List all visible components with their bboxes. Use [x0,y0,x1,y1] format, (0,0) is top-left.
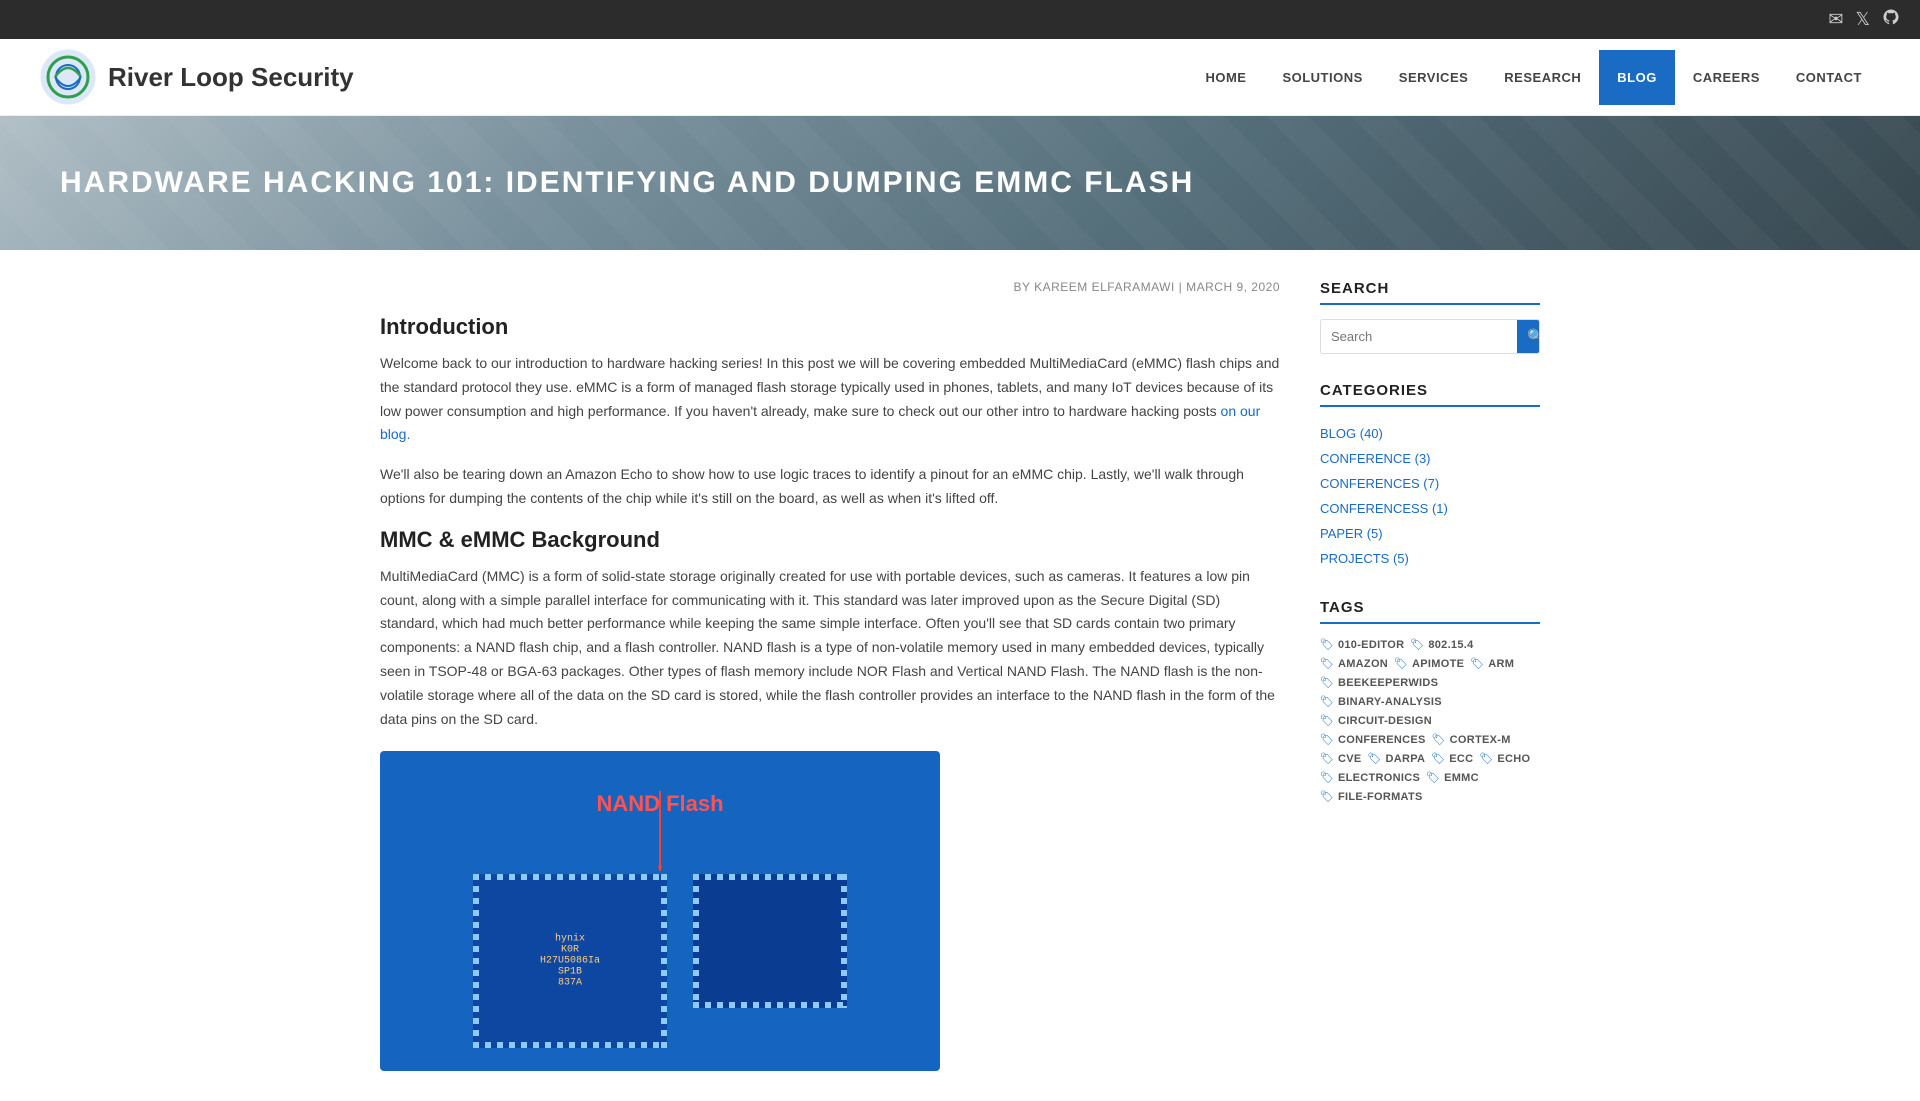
header: River Loop Security HOME SOLUTIONS SERVI… [0,39,1920,116]
search-section: SEARCH 🔍 [1320,280,1540,354]
tag-icon: 🏷 [1320,638,1334,651]
tag-emmc[interactable]: 🏷EMMC [1426,771,1479,784]
nav-research[interactable]: RESEARCH [1486,50,1599,105]
nav-careers[interactable]: CAREERS [1675,50,1778,105]
chip-label: hynixK0RH27U5086IaSP1B837A [540,934,600,989]
article-meta: BY KAREEM ELFARAMAWI | MARCH 9, 2020 [380,280,1280,294]
chip-image-left: hynixK0RH27U5086IaSP1B837A [470,871,670,1051]
nav-home[interactable]: HOME [1187,50,1264,105]
site-title: River Loop Security [108,62,354,93]
tag-arm[interactable]: 🏷ARM [1470,657,1514,670]
tag-ecc[interactable]: 🏷ECC [1431,752,1473,765]
categories-section: CATEGORIES BLOG (40) CONFERENCE (3) CONF… [1320,382,1540,571]
tag-icon: 🏷 [1320,733,1334,746]
email-icon[interactable]: ✉ [1828,9,1843,30]
nav-services[interactable]: SERVICES [1381,50,1487,105]
category-conferencess[interactable]: CONFERENCESS (1) [1320,496,1540,521]
tags-heading: TAGS [1320,599,1540,624]
tag-electronics[interactable]: 🏷ELECTRONICS [1320,771,1420,784]
main-content: BY KAREEM ELFARAMAWI | MARCH 9, 2020 Int… [360,250,1560,1101]
logo-area: River Loop Security [40,49,1187,105]
page-title: HARDWARE HACKING 101: IDENTIFYING AND DU… [60,166,1860,200]
tag-echo[interactable]: 🏷ECHO [1479,752,1530,765]
article-image: NAND Flash hynixK0RH27U5086IaSP1B837A [380,751,940,1071]
tag-icon: 🏷 [1320,676,1334,689]
tag-icon: 🏷 [1320,657,1334,670]
logo-icon [40,49,96,105]
article-area: BY KAREEM ELFARAMAWI | MARCH 9, 2020 Int… [380,280,1280,1071]
nav-blog[interactable]: BLOG [1599,50,1675,105]
search-box: 🔍 [1320,319,1540,354]
tag-icon: 🏷 [1431,752,1445,765]
intro-heading: Introduction [380,314,1280,340]
tag-icon: 🏷 [1410,638,1424,651]
chip-image-right [690,871,850,1011]
topbar: ✉ 𝕏 [0,0,1920,39]
tags-section: TAGS 🏷010-EDITOR 🏷802.15.4 🏷AMAZON 🏷APIM… [1320,599,1540,803]
tag-icon: 🏷 [1320,714,1334,727]
tags-area: 🏷010-EDITOR 🏷802.15.4 🏷AMAZON 🏷APIMOTE 🏷… [1320,638,1540,803]
bg-heading: MMC & eMMC Background [380,527,1280,553]
search-input[interactable] [1321,321,1517,352]
tag-cortex-m[interactable]: 🏷CORTEX-M [1432,733,1511,746]
tag-beekeeperwids[interactable]: 🏷BEEKEEPERWIDS [1320,676,1438,689]
tag-icon: 🏷 [1394,657,1408,670]
category-blog[interactable]: BLOG (40) [1320,421,1540,446]
category-paper[interactable]: PAPER (5) [1320,521,1540,546]
category-conference[interactable]: CONFERENCE (3) [1320,446,1540,471]
search-button[interactable]: 🔍 [1517,320,1540,353]
intro-paragraph-2: We'll also be tearing down an Amazon Ech… [380,463,1280,511]
tag-darpa[interactable]: 🏷DARPA [1368,752,1426,765]
tag-file-formats[interactable]: 🏷FILE-FORMATS [1320,790,1423,803]
bg-paragraph: MultiMediaCard (MMC) is a form of solid-… [380,565,1280,732]
tag-010-editor[interactable]: 🏷010-EDITOR [1320,638,1404,651]
github-icon[interactable] [1882,8,1900,31]
sidebar: SEARCH 🔍 CATEGORIES BLOG (40) CONFERENCE… [1320,280,1540,1071]
tag-circuit-design[interactable]: 🏷CIRCUIT-DESIGN [1320,714,1432,727]
tag-apimote[interactable]: 🏷APIMOTE [1394,657,1464,670]
tag-icon: 🏷 [1479,752,1493,765]
tag-cve[interactable]: 🏷CVE [1320,752,1362,765]
tag-icon: 🏷 [1426,771,1440,784]
category-projects[interactable]: PROJECTS (5) [1320,546,1540,571]
tag-icon: 🏷 [1432,733,1446,746]
arrow-line [658,791,662,871]
nav-contact[interactable]: CONTACT [1778,50,1880,105]
twitter-icon[interactable]: 𝕏 [1855,9,1870,30]
tag-icon: 🏷 [1368,752,1382,765]
categories-heading: CATEGORIES [1320,382,1540,407]
tag-binary-analysis[interactable]: 🏷BINARY-ANALYSIS [1320,695,1442,708]
tag-icon: 🏷 [1320,771,1334,784]
tag-802154[interactable]: 🏷802.15.4 [1410,638,1473,651]
tag-icon: 🏷 [1320,695,1334,708]
search-heading: SEARCH [1320,280,1540,305]
intro-paragraph-1: Welcome back to our introduction to hard… [380,352,1280,447]
tag-icon: 🏷 [1470,657,1484,670]
tag-conferences[interactable]: 🏷CONFERENCES [1320,733,1426,746]
tag-amazon[interactable]: 🏷AMAZON [1320,657,1388,670]
category-conferences[interactable]: CONFERENCES (7) [1320,471,1540,496]
nav-solutions[interactable]: SOLUTIONS [1264,50,1380,105]
tag-icon: 🏷 [1320,790,1334,803]
tag-icon: 🏷 [1320,752,1334,765]
hero-banner: HARDWARE HACKING 101: IDENTIFYING AND DU… [0,116,1920,250]
main-nav: HOME SOLUTIONS SERVICES RESEARCH BLOG CA… [1187,50,1880,105]
